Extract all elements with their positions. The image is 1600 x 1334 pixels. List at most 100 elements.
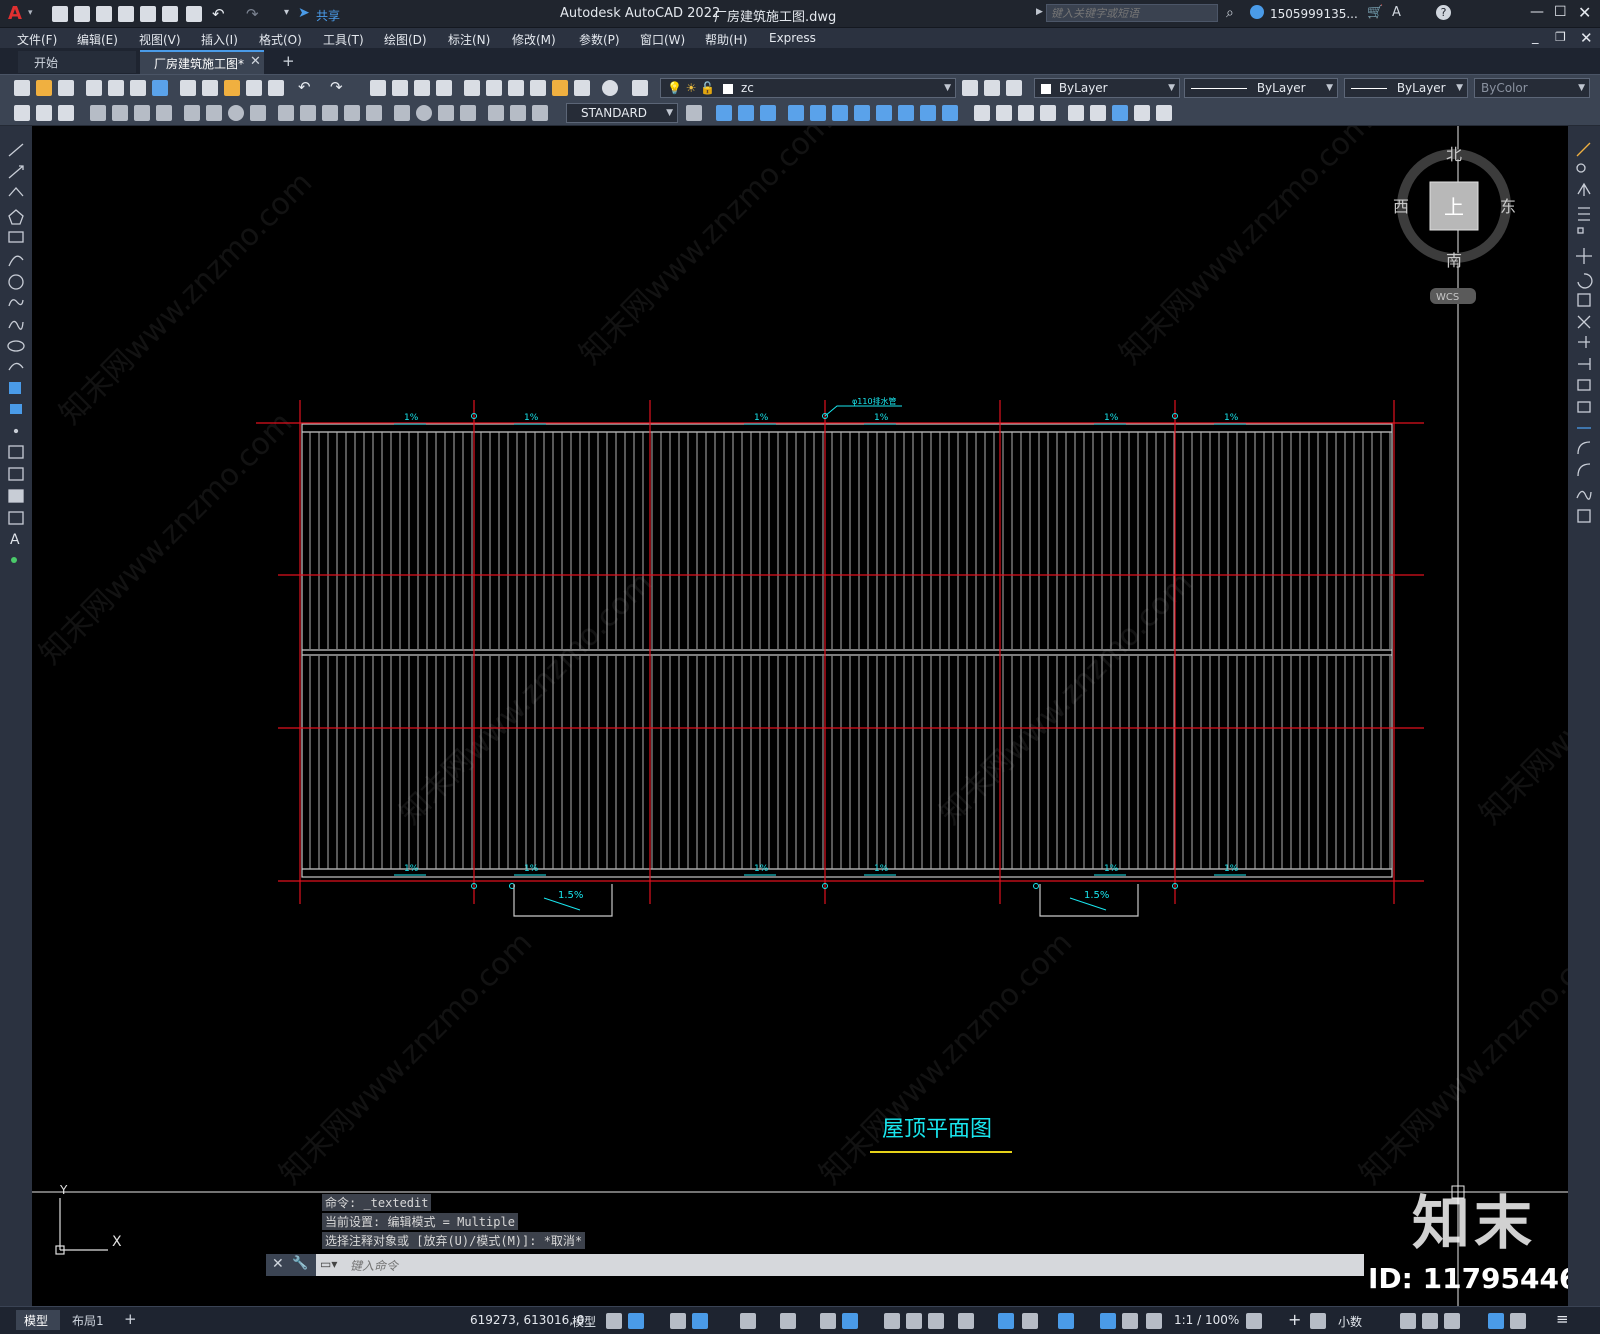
user-name[interactable]: 1505999135... [1270, 7, 1358, 21]
close-icon[interactable]: ✕ [1578, 3, 1591, 22]
calculator-icon[interactable] [574, 80, 590, 96]
preview-icon[interactable] [108, 80, 124, 96]
dynamic-input-icon[interactable] [692, 1313, 708, 1329]
extrude-icon[interactable] [876, 105, 892, 121]
add-selected-icon[interactable] [11, 557, 17, 563]
help-icon[interactable] [602, 80, 618, 96]
menu-view[interactable]: 视图(V) [139, 31, 181, 48]
viewcube-north[interactable]: 北 [1446, 145, 1462, 164]
properties-icon[interactable] [464, 80, 480, 96]
save-icon[interactable] [96, 6, 112, 22]
doc-restore-icon[interactable]: ❐ [1555, 30, 1566, 44]
break-icon[interactable] [322, 105, 338, 121]
fillet-icon[interactable] [1577, 463, 1591, 477]
save-icon[interactable] [58, 80, 74, 96]
viewcube-east[interactable]: 东 [1500, 197, 1516, 216]
menu-insert[interactable]: 插入(I) [201, 31, 238, 48]
revolve-icon[interactable] [898, 105, 914, 121]
zoom-previous-icon[interactable] [436, 80, 452, 96]
drawing-canvas[interactable]: 知末网www.znzmo.com 知末网www.znzmo.com 知末网www.z… [32, 126, 1568, 1306]
intersect-icon[interactable] [1018, 105, 1034, 121]
array-icon[interactable] [1577, 227, 1584, 234]
thicken-icon[interactable] [1090, 105, 1106, 121]
menu-help[interactable]: 帮助(H) [705, 31, 747, 48]
solid-wedge-icon[interactable] [738, 105, 754, 121]
dim-update-icon[interactable] [488, 105, 504, 121]
layer-dropdown[interactable]: 💡 ☀ 🔓 zc ▼ [660, 78, 956, 98]
tab-drawing[interactable]: 厂房建筑施工图* ✕ [140, 50, 264, 74]
annotation-scale-icon[interactable] [1146, 1313, 1162, 1329]
sheet-set-icon[interactable] [530, 80, 546, 96]
coordinate-readout[interactable]: 619273, 613016, 0 [470, 1313, 585, 1327]
autodesk-app-icon[interactable]: A [1392, 5, 1401, 20]
trim-icon[interactable] [1578, 336, 1590, 348]
auto-scale-icon[interactable] [1122, 1313, 1138, 1329]
selection-filter-icon[interactable] [1022, 1313, 1038, 1329]
dim-text-edit-icon[interactable] [460, 105, 476, 121]
selection-cycling-icon[interactable] [928, 1313, 944, 1329]
plot-icon[interactable] [186, 6, 202, 22]
construction-line-icon[interactable] [8, 165, 24, 179]
baseline-icon[interactable] [250, 105, 266, 121]
polyline-icon[interactable] [8, 187, 24, 197]
print-icon[interactable] [86, 80, 102, 96]
jogged-icon[interactable] [156, 105, 172, 121]
erase-icon[interactable] [1576, 142, 1591, 157]
copy-icon[interactable] [202, 80, 218, 96]
line-icon[interactable] [8, 143, 24, 157]
maximize-icon[interactable]: ☐ [1554, 4, 1567, 20]
workspace-gear-icon[interactable] [1246, 1313, 1262, 1329]
lineweight-icon[interactable] [884, 1313, 900, 1329]
new-tab-button[interactable]: + [282, 52, 295, 70]
cart-icon[interactable]: 🛒 [1367, 5, 1383, 20]
sweep-icon[interactable] [920, 105, 936, 121]
customize-qat-chevron-icon[interactable]: ▾ [284, 7, 289, 18]
annotation-visibility-icon[interactable] [1100, 1313, 1116, 1329]
linetype-dropdown[interactable]: ByLayer ▼ [1184, 78, 1338, 98]
drawing-svg[interactable]: 知末网www.znzmo.com 知末网www.znzmo.com 知末网www.z… [32, 126, 1568, 1306]
units-icon[interactable] [1310, 1313, 1326, 1329]
jogged-linear-icon[interactable] [416, 105, 432, 121]
extend-icon[interactable] [1578, 358, 1591, 370]
doc-minimize-icon[interactable]: _ [1532, 30, 1539, 45]
3d-osnap-icon[interactable] [958, 1313, 974, 1329]
dim-override-icon[interactable] [532, 105, 548, 121]
viewcube[interactable]: 上 北 南 东 西 WCS [1393, 145, 1516, 304]
open-icon[interactable] [36, 80, 52, 96]
dynamic-ucs-icon[interactable] [998, 1313, 1014, 1329]
customization-menu-icon[interactable]: ≡ [1556, 1310, 1569, 1328]
model-space-toggle[interactable]: 模型 [572, 1313, 596, 1330]
block-editor-icon[interactable] [268, 80, 284, 96]
menu-express[interactable]: Express [769, 31, 816, 45]
scale-icon[interactable] [1577, 293, 1591, 307]
match-properties-icon[interactable] [246, 80, 262, 96]
markup-icon[interactable] [552, 80, 568, 96]
object-snap-icon[interactable] [842, 1313, 858, 1329]
infer-constraints-icon[interactable] [670, 1313, 686, 1329]
ellipse-icon[interactable] [7, 340, 25, 352]
pan-icon[interactable] [370, 80, 386, 96]
imprint-icon[interactable] [1134, 105, 1150, 121]
minimize-icon[interactable]: — [1530, 4, 1544, 20]
layer-previous-icon[interactable] [984, 80, 1000, 96]
table-icon[interactable] [8, 511, 24, 525]
isometric-icon[interactable] [780, 1313, 796, 1329]
menu-dimension[interactable]: 标注(N) [448, 31, 490, 48]
ordinate-icon[interactable] [112, 105, 128, 121]
stretch-icon[interactable] [1577, 315, 1591, 329]
layer-properties-icon[interactable] [632, 80, 648, 96]
continue-icon[interactable] [278, 105, 294, 121]
menu-modify[interactable]: 修改(M) [512, 31, 556, 48]
loft-icon[interactable] [942, 105, 958, 121]
user-avatar-icon[interactable] [1250, 5, 1264, 19]
subtract-icon[interactable] [996, 105, 1012, 121]
autocad-logo[interactable]: A [8, 3, 22, 24]
gizmo-icon[interactable] [1058, 1313, 1074, 1329]
shell-icon[interactable] [1112, 105, 1128, 121]
menu-edit[interactable]: 编辑(E) [77, 31, 118, 48]
menu-parametric[interactable]: 参数(P) [579, 31, 620, 48]
quick-dimension-icon[interactable] [14, 105, 30, 121]
solid-box-icon[interactable] [716, 105, 732, 121]
save-web-icon[interactable] [162, 6, 178, 22]
slice-icon[interactable] [1040, 105, 1056, 121]
